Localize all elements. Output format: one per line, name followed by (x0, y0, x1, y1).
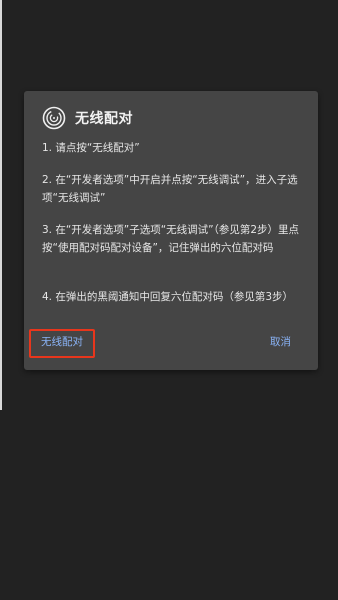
dialog-title: 无线配对 (75, 111, 133, 127)
cancel-button[interactable]: 取消 (270, 335, 291, 349)
wireless-pair-button[interactable]: 无线配对 (41, 335, 83, 349)
step-2-text: 2. 在“开发者选项”中开启并点按“无线调试”，进入子选项“无线调试” (42, 174, 298, 204)
step-1-text: 1. 请点按“无线配对” (42, 142, 140, 154)
dialog-header: 无线配对 (42, 106, 133, 130)
wireless-pairing-dialog: 无线配对 1. 请点按“无线配对” 2. 在“开发者选项”中开启并点按“无线调试… (24, 91, 318, 370)
spiral-icon (42, 106, 66, 130)
step-3-text: 3. 在“开发者选项”子选项“无线调试”（参见第2步）里点按“使用配对码配对设备… (42, 224, 300, 254)
step-4-text: 4. 在弹出的黑阈通知中回复六位配对码（参见第3步） (42, 291, 294, 303)
left-edge-strip (0, 0, 2, 410)
